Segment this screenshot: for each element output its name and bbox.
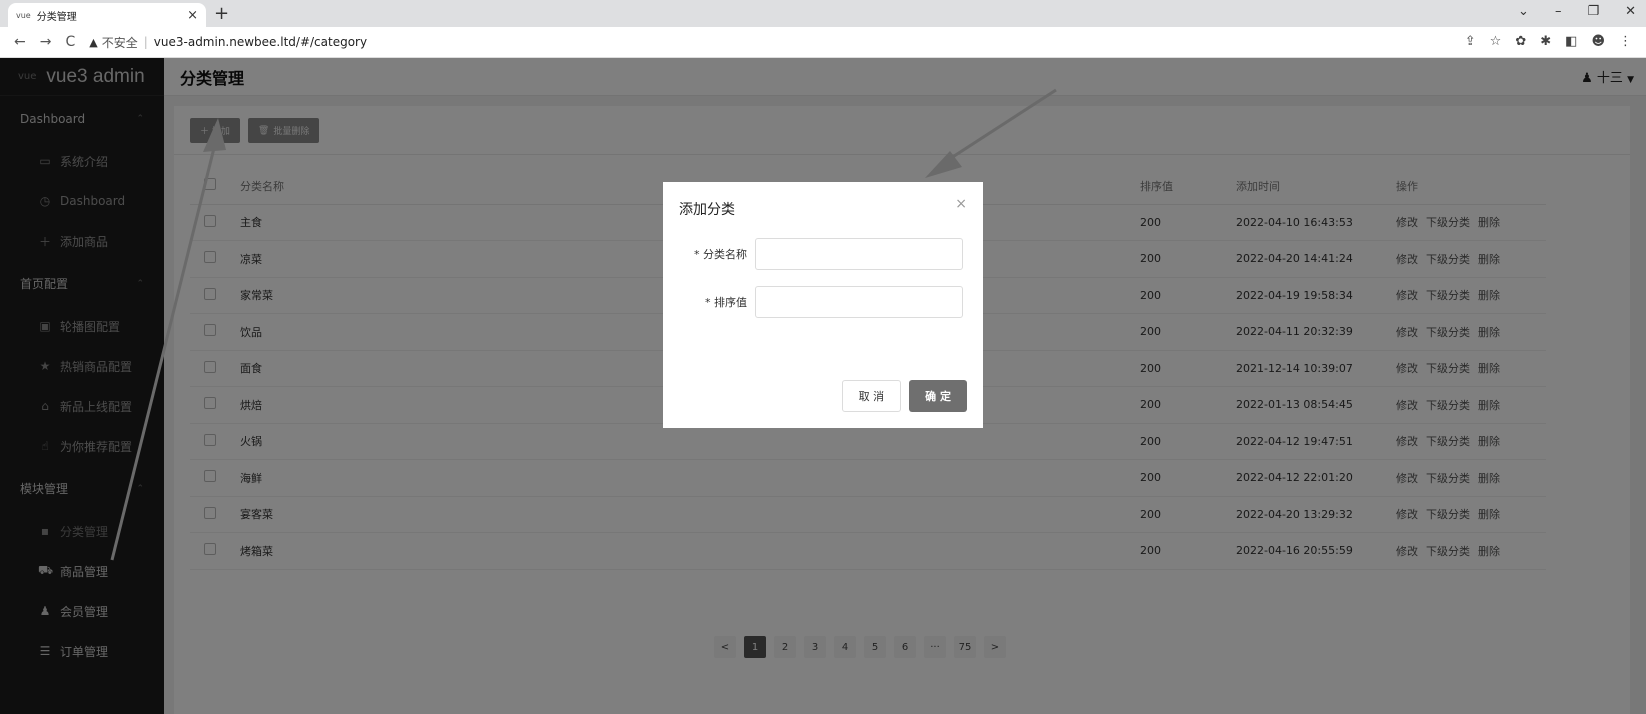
- add-category-dialog: 添加分类 × * 分类名称 * 排序值 取 消 确 定: [663, 182, 983, 428]
- reload-icon[interactable]: C: [65, 34, 75, 50]
- security-status: 不安全: [101, 35, 138, 50]
- url-text: vue3-admin.newbee.ltd/#/category: [153, 35, 368, 49]
- profile-icon[interactable]: ☻: [1591, 34, 1605, 49]
- sort-value-input[interactable]: [755, 286, 963, 318]
- cancel-button[interactable]: 取 消: [841, 380, 902, 412]
- sort-value-label: * 排序值: [705, 296, 747, 309]
- share-icon[interactable]: ⇪: [1465, 34, 1476, 49]
- restore-icon[interactable]: ❐: [1587, 4, 1599, 19]
- separator: |: [143, 35, 148, 49]
- extension-icon[interactable]: ✿: [1515, 34, 1526, 49]
- browser-tab-title: 分类管理: [36, 11, 77, 23]
- close-tab-icon[interactable]: ×: [187, 8, 198, 23]
- new-tab-button[interactable]: +: [214, 3, 229, 24]
- browser-tab-strip: vue 分类管理 × + ⌄ – ❐ ✕: [0, 0, 1646, 27]
- browser-tab[interactable]: vue 分类管理 ×: [8, 3, 206, 27]
- close-icon[interactable]: ×: [955, 196, 967, 212]
- close-window-icon[interactable]: ✕: [1625, 4, 1636, 19]
- sort-value-field: * 排序值: [663, 286, 983, 318]
- kebab-menu-icon[interactable]: ⋮: [1619, 34, 1632, 49]
- extension-icons: ⇪ ☆ ✿ ✱ ◧ ☻ ⋮: [1465, 34, 1632, 49]
- puzzle-icon[interactable]: ✱: [1540, 34, 1551, 49]
- dialog-footer: 取 消 确 定: [841, 380, 967, 412]
- warning-icon: ▲: [89, 35, 98, 49]
- category-name-input[interactable]: [755, 238, 963, 270]
- vue-favicon-icon: vue: [16, 10, 31, 20]
- window-controls: ⌄ – ❐ ✕: [1518, 4, 1636, 19]
- minimize-icon[interactable]: –: [1555, 4, 1562, 19]
- forward-icon[interactable]: →: [40, 34, 52, 50]
- category-name-field: * 分类名称: [663, 238, 983, 270]
- confirm-button[interactable]: 确 定: [909, 380, 967, 412]
- browser-toolbar: ← → C ▲ 不安全 | vue3-admin.newbee.ltd/#/ca…: [0, 27, 1646, 58]
- bookmark-star-icon[interactable]: ☆: [1490, 34, 1502, 49]
- address-bar[interactable]: ▲ 不安全 | vue3-admin.newbee.ltd/#/category: [89, 34, 367, 51]
- category-name-label: * 分类名称: [694, 248, 747, 261]
- dialog-title: 添加分类: [679, 202, 735, 218]
- tab-search-icon[interactable]: ⌄: [1518, 4, 1529, 19]
- side-panel-icon[interactable]: ◧: [1565, 34, 1577, 49]
- back-icon[interactable]: ←: [14, 34, 26, 50]
